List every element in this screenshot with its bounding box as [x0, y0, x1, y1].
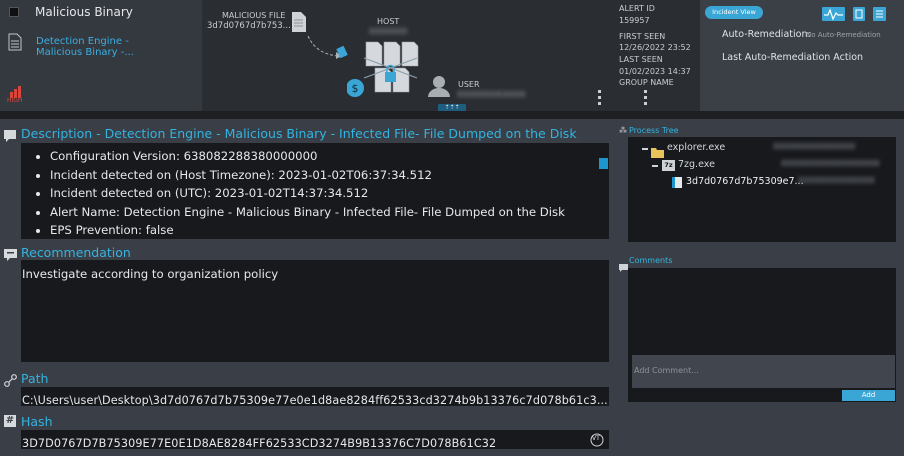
list-item: Incident detected on (Host Timezone): 20…	[50, 166, 609, 185]
collapse-toggle[interactable]	[652, 165, 658, 167]
hash-icon: #	[4, 415, 16, 427]
detection-engine-link[interactable]: Detection Engine - Malicious Binary -...	[36, 36, 146, 58]
list-icon[interactable]	[873, 6, 886, 25]
alert-summary-panel: Malicious Binary Detection Engine - Mali…	[0, 0, 202, 111]
incident-view-button[interactable]: Incident View	[705, 6, 763, 19]
infected-files-icon[interactable]: $	[346, 38, 427, 104]
last-seen-label: LAST SEEN	[619, 55, 663, 64]
process-tree-icon: ⁂	[619, 126, 627, 135]
process-tree-box: explorer.exe XXXXXXXXXXXXXXX 7z 7zg.exe …	[628, 137, 896, 242]
copy-icon[interactable]	[853, 6, 865, 25]
recommendation-text: Investigate according to organization po…	[22, 267, 279, 281]
process-name[interactable]: 3d7d0767d7b75309e7...	[686, 176, 804, 187]
virustotal-icon[interactable]: VT	[588, 432, 605, 447]
first-seen-value: 12/26/2022 23:52	[619, 43, 691, 52]
list-item: Configuration Version: 63808228838000000…	[50, 147, 609, 166]
add-comment-input[interactable]: Add Comment...	[632, 355, 895, 388]
remediation-panel: Incident View Auto-Remediation: No Auto-…	[700, 0, 904, 111]
more-options-icon[interactable]	[598, 90, 601, 105]
recommendation-box: Investigate according to organization po…	[21, 260, 609, 362]
auto-remediation-label: Auto-Remediation:	[722, 29, 811, 40]
process-name[interactable]: 7zg.exe	[678, 159, 715, 170]
alert-id-value: 159957	[619, 16, 650, 25]
first-seen-label: FIRST SEEN	[619, 32, 666, 41]
comments-title: Comments	[629, 256, 673, 265]
activity-icon[interactable]	[822, 6, 845, 25]
path-value: C:\Users\user\Desktop\3d7d0767d7b75309e7…	[22, 394, 608, 406]
group-name-label: GROUP NAME	[619, 78, 674, 87]
binary-icon	[672, 177, 682, 188]
description-box: Configuration Version: 63808228838000000…	[21, 143, 609, 239]
svg-text:$: $	[352, 82, 359, 95]
document-icon	[8, 33, 22, 55]
description-icon	[4, 127, 16, 146]
user-icon	[428, 75, 450, 101]
recommendation-icon	[4, 246, 17, 265]
add-comment-button[interactable]: Add	[842, 390, 895, 401]
select-checkbox[interactable]	[9, 7, 19, 17]
comments-icon	[619, 257, 628, 276]
list-item: EPS Prevention: false	[50, 221, 609, 240]
last-seen-value: 01/02/2023 14:37	[619, 67, 691, 76]
malicious-file-label: MALICIOUS FILE	[222, 11, 286, 20]
last-remediation-action: Last Auto-Remediation Action	[722, 52, 864, 63]
collapse-toggle[interactable]	[642, 148, 648, 150]
hash-title: Hash	[21, 414, 53, 429]
alert-title: Malicious Binary	[35, 5, 133, 19]
more-options-icon-2[interactable]	[644, 90, 647, 105]
list-item: Incident detected on (UTC): 2023-01-02T1…	[50, 184, 609, 203]
process-user: XXXXXXXXXXXXXXX	[773, 142, 856, 151]
alert-header: Malicious Binary Detection Engine - Mali…	[0, 0, 904, 112]
sevenzip-icon: 7z	[662, 160, 675, 171]
process-user: XXXXXXXXXXXXXX	[798, 176, 875, 185]
description-list: Configuration Version: 63808228838000000…	[34, 147, 609, 240]
path-icon	[4, 372, 17, 391]
header-divider	[0, 111, 904, 119]
alert-id-label: ALERT ID	[619, 4, 655, 13]
recommendation-title: Recommendation	[21, 245, 131, 260]
host-label: HOST	[377, 17, 400, 26]
auto-remediation-value: No Auto-Remediation	[806, 31, 881, 39]
hash-box[interactable]: 3D7D0767D7B75309E77E0E1D8AE8284FF62533CD…	[21, 430, 609, 450]
file-icon	[292, 12, 306, 36]
hash-value: 3D7D0767D7B75309E77E0E1D8AE8284FF62533CD…	[22, 437, 497, 450]
process-tree-title: Process Tree	[629, 126, 679, 135]
process-name[interactable]: explorer.exe	[667, 142, 725, 153]
user-value: XXXXXXXX\XXXX	[457, 90, 526, 99]
malicious-file-name[interactable]: 3d7d0767d7b753...	[207, 21, 291, 31]
severity-label: HIGH	[7, 97, 23, 104]
process-user: XXXXXXXXXXXXXXXXXX	[781, 159, 880, 168]
add-comment-placeholder: Add Comment...	[634, 366, 699, 375]
scroll-indicator[interactable]	[599, 158, 608, 169]
path-title: Path	[21, 371, 49, 386]
path-box[interactable]: C:\Users\user\Desktop\3d7d0767d7b75309e7…	[21, 387, 609, 406]
list-item: Alert Name: Detection Engine - Malicious…	[50, 203, 609, 222]
vt-label: VT	[592, 435, 600, 442]
description-title: Description - Detection Engine - Malicio…	[21, 126, 577, 141]
attack-graph: MALICIOUS FILE 3d7d0767d7b753... HOST XX…	[202, 0, 700, 112]
host-value: XXXXXXX	[369, 27, 408, 36]
user-label: USER	[458, 80, 480, 89]
